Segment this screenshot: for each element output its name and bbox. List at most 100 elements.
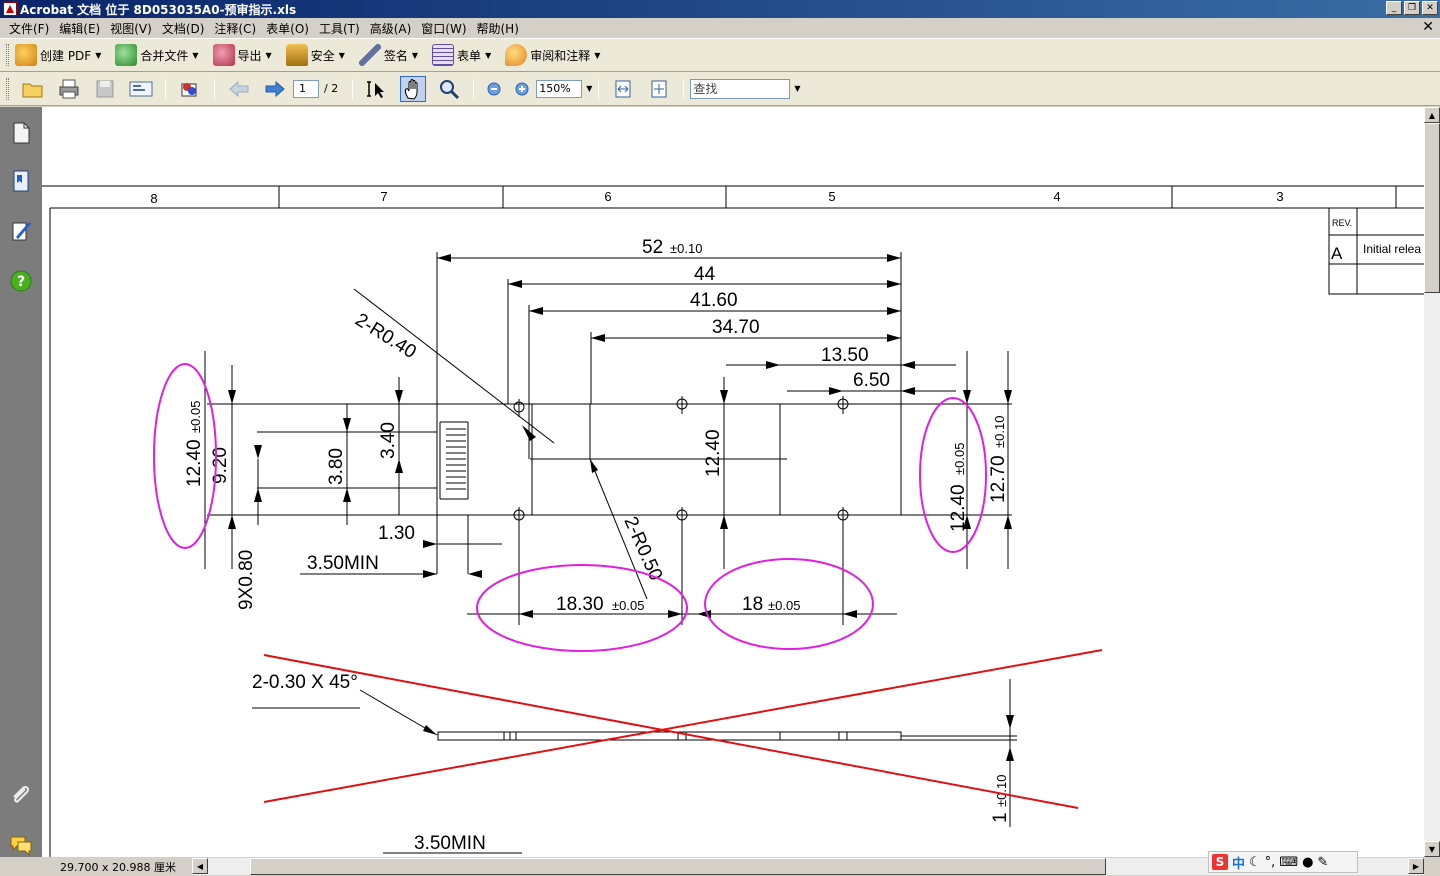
forms-button[interactable]: 表单 ▼: [432, 44, 491, 66]
keyboard-icon[interactable]: ⌨: [1279, 855, 1298, 870]
menu-view[interactable]: 视图(V): [105, 20, 157, 37]
dim-6-50: 6.50: [853, 370, 890, 391]
bookmarks-panel-button[interactable]: [9, 169, 33, 193]
security-button[interactable]: 安全 ▼: [285, 44, 345, 66]
dim-9x0-80: 9X0.80: [236, 550, 257, 610]
page-number-input[interactable]: 1: [293, 79, 319, 98]
hand-tool-button[interactable]: [400, 75, 427, 102]
acrobat-window: Acrobat 文档 位于 8D053035A0-预审指示.xls _ ❐ ✕ …: [0, 0, 1440, 876]
dropdown-arrow-icon: ▼: [594, 50, 601, 60]
dim-3-80: 3.80: [326, 448, 347, 485]
wrench-icon[interactable]: ✎: [1317, 855, 1328, 870]
pages-icon: [13, 122, 30, 144]
dim-44: 44: [694, 264, 716, 285]
comments-panel-button[interactable]: [9, 833, 33, 857]
review-comment-label: 审阅和注释: [530, 48, 591, 63]
dim-18: 18: [742, 594, 763, 615]
combine-files-button[interactable]: 合并文件 ▼: [115, 44, 199, 66]
scroll-left-button[interactable]: ◀: [192, 858, 208, 874]
zoom-level-select[interactable]: 150%: [536, 79, 583, 98]
tol-1: ±0.10: [994, 775, 1009, 807]
page-total: / 2: [324, 82, 339, 95]
create-pdf-button[interactable]: 创建 PDF ▼: [15, 44, 101, 66]
menu-tools[interactable]: 工具(T): [314, 20, 365, 37]
email-button[interactable]: [128, 76, 154, 102]
dim-radius-0-40: 2-R0.40: [351, 309, 419, 363]
close-window-button[interactable]: ✕: [1422, 1, 1438, 15]
minimize-button[interactable]: _: [1386, 1, 1402, 15]
toolbar-grip[interactable]: [6, 44, 9, 66]
punctuation-icon[interactable]: °,: [1265, 855, 1276, 870]
zoom-in-icon: [515, 82, 529, 95]
menu-forms[interactable]: 表单(O): [261, 20, 314, 37]
next-page-button[interactable]: [262, 76, 288, 102]
tol-12-40-left: ±0.05: [188, 401, 203, 433]
select-tool-button[interactable]: [364, 76, 390, 102]
menu-edit[interactable]: 编辑(E): [54, 20, 105, 37]
search-dropdown-arrow-icon[interactable]: ▼: [794, 84, 800, 93]
toolbar-separator: [165, 78, 166, 99]
dim-12-70: 12.70: [988, 455, 1009, 503]
export-icon: [212, 44, 235, 66]
menu-help[interactable]: 帮助(H): [472, 20, 524, 37]
menu-file[interactable]: 文件(F): [4, 20, 54, 37]
scroll-up-button[interactable]: ▲: [1424, 107, 1440, 123]
fit-width-button[interactable]: [610, 76, 636, 102]
ime-mode-toggle[interactable]: 中: [1232, 853, 1245, 872]
vertical-scrollbar[interactable]: ▲ ▼: [1424, 107, 1440, 857]
scroll-right-button[interactable]: ▶: [1408, 858, 1424, 874]
search-input[interactable]: 查找: [690, 78, 791, 99]
zoom-tool-button[interactable]: [436, 76, 462, 102]
open-button[interactable]: [20, 76, 46, 102]
moon-icon[interactable]: ☾: [1249, 855, 1261, 870]
combine-files-icon: [115, 44, 138, 66]
menu-document[interactable]: 文档(D): [157, 20, 210, 37]
pages-panel-button[interactable]: [9, 121, 33, 145]
zone-label-8: 8: [150, 191, 157, 206]
zoom-out-icon: [487, 82, 501, 95]
attachments-panel-button[interactable]: [9, 783, 33, 807]
hand-icon: [405, 78, 418, 100]
help-panel-button[interactable]: ?: [9, 269, 33, 293]
vertical-scroll-thumb[interactable]: [1424, 123, 1440, 293]
sogou-logo-icon[interactable]: S: [1212, 854, 1228, 870]
previous-page-button[interactable]: [226, 76, 252, 102]
menu-comments[interactable]: 注释(C): [209, 20, 261, 37]
comments-icon: [10, 836, 32, 857]
svg-text:?: ?: [17, 274, 25, 290]
zoom-in-button[interactable]: [513, 76, 531, 102]
toolbar-grip[interactable]: [6, 77, 9, 100]
scroll-down-button[interactable]: ▼: [1424, 841, 1440, 857]
menu-advanced[interactable]: 高级(A): [365, 20, 417, 37]
dropdown-arrow-icon: ▼: [411, 50, 419, 60]
zoom-out-button[interactable]: [485, 76, 503, 102]
print-button[interactable]: [56, 76, 82, 102]
dim-12-40-mid: 12.40: [703, 429, 724, 477]
dropdown-arrow-icon: ▼: [485, 50, 492, 60]
organizer-button[interactable]: [177, 76, 203, 102]
dim-1: 1: [990, 812, 1011, 823]
zoom-dropdown-arrow-icon[interactable]: ▼: [586, 84, 592, 93]
save-button[interactable]: [92, 76, 118, 102]
user-icon[interactable]: ●: [1302, 855, 1313, 870]
menu-window[interactable]: 窗口(W): [416, 20, 471, 37]
dim-18-30: 18.30: [556, 594, 604, 615]
fit-width-icon: [615, 80, 631, 97]
signatures-panel-button[interactable]: [9, 219, 33, 243]
toolbar-separator: [598, 78, 600, 99]
export-button[interactable]: 导出 ▼: [212, 44, 272, 66]
dimension-texts: 52 ±0.10 44 41.60 34.70 13.50 6.50 2-R0.…: [184, 237, 1011, 854]
horizontal-scroll-thumb[interactable]: [250, 858, 1106, 875]
restore-button[interactable]: ❐: [1404, 1, 1420, 15]
dropdown-arrow-icon: ▼: [338, 50, 345, 60]
form-icon: [432, 44, 455, 66]
dim-9-20: 9.20: [210, 447, 231, 484]
dropdown-arrow-icon: ▼: [192, 50, 199, 60]
zone-label-4: 4: [1053, 189, 1060, 204]
sign-button[interactable]: 签名 ▼: [358, 44, 419, 66]
fit-page-button[interactable]: [646, 76, 672, 102]
review-comment-button[interactable]: 审阅和注释 ▼: [505, 44, 600, 66]
close-document-button[interactable]: ✕: [1422, 19, 1434, 35]
document-view[interactable]: 8 7 6 5 4 3 REV. A Initial relea 52 ±0.1…: [42, 107, 1424, 857]
rev-description: Initial relea: [1363, 242, 1421, 256]
